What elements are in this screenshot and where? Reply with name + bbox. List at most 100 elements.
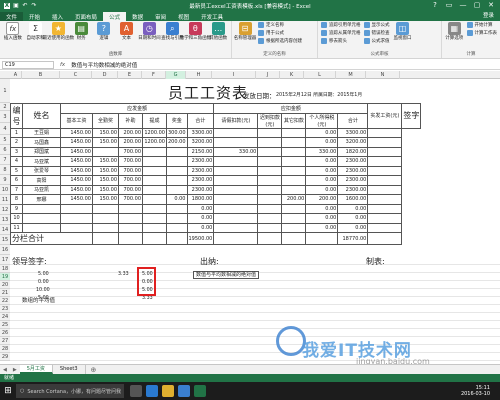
cell-sign[interactable] <box>367 175 403 186</box>
header-total[interactable]: 合计 <box>186 112 215 129</box>
cell-sub[interactable]: 700.00 <box>118 165 143 176</box>
cell-base[interactable]: 1450.00 <box>60 194 93 205</box>
row-header[interactable]: 28 <box>0 345 10 353</box>
cell-bonus[interactable] <box>166 222 188 233</box>
column-header[interactable]: N <box>366 71 400 79</box>
cell-name[interactable] <box>22 203 61 214</box>
cell-base[interactable]: 1450.00 <box>60 137 93 148</box>
cell-f22[interactable]: 3.33 <box>142 296 153 301</box>
cell-total[interactable]: 2300.00 <box>186 175 215 186</box>
note-cell[interactable]: 数值与平均数相减的绝对值 <box>193 271 260 279</box>
cell-total[interactable]: 2300.00 <box>186 184 215 195</box>
column-header[interactable]: J <box>256 71 280 79</box>
cashier-label[interactable]: 出纳: <box>200 256 219 267</box>
cell-name[interactable]: 张爱琴 <box>22 165 61 176</box>
row-header[interactable]: 23 <box>0 305 10 313</box>
cell-full[interactable]: 150.00 <box>92 194 119 205</box>
header-other[interactable]: 其它扣款 <box>281 112 307 129</box>
cell-other[interactable] <box>281 127 307 138</box>
header-deduct[interactable]: 应扣金额 <box>213 103 369 114</box>
cell-late[interactable] <box>257 175 283 186</box>
cell-late[interactable] <box>257 146 283 157</box>
cell-sign[interactable] <box>367 137 403 148</box>
cell-no[interactable]: 3 <box>10 146 23 157</box>
cell-bonus[interactable] <box>166 156 188 167</box>
row-header[interactable]: 1 <box>0 79 10 103</box>
ribbon-display-button[interactable]: ▭ <box>442 0 456 11</box>
cell-late[interactable] <box>257 137 283 148</box>
leader-signature-label[interactable]: 领导签字: <box>12 256 47 267</box>
cell-other[interactable] <box>281 165 307 176</box>
cell-no[interactable]: 7 <box>10 184 23 195</box>
column-header[interactable]: E <box>118 71 142 79</box>
tab-data[interactable]: 数据 <box>126 12 149 21</box>
cell-bonus[interactable] <box>142 232 167 245</box>
header-no[interactable]: 编号 <box>10 103 23 129</box>
cell-sub[interactable] <box>118 213 143 224</box>
cell-full[interactable]: 150.00 <box>92 156 119 167</box>
row-header[interactable]: 15 <box>0 235 10 245</box>
more-functions-button[interactable]: … 其他函数 <box>208 22 228 41</box>
help-button[interactable]: ? <box>428 0 442 11</box>
cell-net[interactable]: 1820.00 <box>337 146 369 157</box>
cell-sub[interactable] <box>92 232 119 245</box>
cell-leave[interactable] <box>213 222 259 233</box>
cell-comm[interactable] <box>142 222 167 233</box>
cell-net[interactable]: 2300.00 <box>337 175 369 186</box>
cell-net[interactable]: 0.00 <box>337 213 369 224</box>
cell-bonus[interactable] <box>166 165 188 176</box>
tab-formulas[interactable]: 公式 <box>103 12 127 21</box>
cell-late[interactable] <box>257 222 283 233</box>
tab-home[interactable]: 开始 <box>23 12 46 21</box>
header-leave[interactable]: 请假扣款(元) <box>213 112 259 129</box>
column-header[interactable]: A <box>10 71 22 79</box>
error-checking-button[interactable]: 错误检查 <box>363 30 390 36</box>
cell-full[interactable]: 150.00 <box>92 137 119 148</box>
cell-leave[interactable] <box>213 165 259 176</box>
cell-bonus[interactable]: 300.00 <box>166 127 188 138</box>
row-header[interactable]: 18 <box>0 265 10 273</box>
cell-name[interactable]: 马亚斌 <box>22 156 61 167</box>
subtotal-label[interactable]: 分栏合计 <box>10 232 93 245</box>
column-header[interactable]: B <box>22 71 60 79</box>
cell-sign[interactable] <box>367 184 403 195</box>
issue-date-label[interactable]: 发放日期： <box>243 90 276 100</box>
calc-options-button[interactable]: ▦ 计算选项 <box>445 22 464 41</box>
sheet-tab-may[interactable]: 5月工资 <box>19 365 53 374</box>
cell-sub[interactable] <box>118 222 143 233</box>
cell-late[interactable] <box>257 232 283 245</box>
cell-comm[interactable] <box>142 165 167 176</box>
cell-leave[interactable] <box>213 156 259 167</box>
cell-base[interactable] <box>60 222 93 233</box>
header-name[interactable]: 姓名 <box>22 103 61 129</box>
cell-full[interactable] <box>92 213 119 224</box>
cell-no[interactable]: 5 <box>10 165 23 176</box>
insert-function-button[interactable]: fx 插入函数 <box>3 22 23 41</box>
fx-label[interactable]: fx <box>54 62 71 68</box>
tab-prev-icon[interactable]: ◀ <box>0 367 10 373</box>
cell-other[interactable] <box>281 203 307 214</box>
row-header[interactable]: 27 <box>0 337 10 345</box>
cell-other[interactable] <box>281 146 307 157</box>
column-header[interactable]: M <box>336 71 366 79</box>
cell-dtotal[interactable]: 0.00 <box>305 127 339 138</box>
trace-dependents-button[interactable]: 追踪从属单元格 <box>321 30 361 36</box>
cell-leave[interactable] <box>213 137 259 148</box>
cell-no[interactable]: 2 <box>10 137 23 148</box>
cell-total[interactable]: 0.00 <box>186 213 215 224</box>
cell-grid[interactable] <box>10 264 500 364</box>
task-view-icon[interactable] <box>130 385 142 397</box>
cell-other[interactable] <box>281 137 307 148</box>
cell-sign[interactable] <box>367 156 403 167</box>
watch-window-button[interactable]: ◫ 监视窗口 <box>393 22 413 41</box>
cell-leave[interactable] <box>213 213 259 224</box>
add-sheet-icon[interactable]: ⊕ <box>86 366 102 374</box>
cell-net[interactable]: 0.00 <box>337 203 369 214</box>
login-link[interactable]: 登录 <box>483 11 500 21</box>
cell-late[interactable] <box>257 203 283 214</box>
cell-net[interactable]: 2300.00 <box>337 156 369 167</box>
cell-net[interactable]: 2300.00 <box>337 184 369 195</box>
cell-dtotal[interactable]: 0.00 <box>305 203 339 214</box>
cell-late[interactable] <box>257 184 283 195</box>
column-header[interactable]: D <box>92 71 118 79</box>
